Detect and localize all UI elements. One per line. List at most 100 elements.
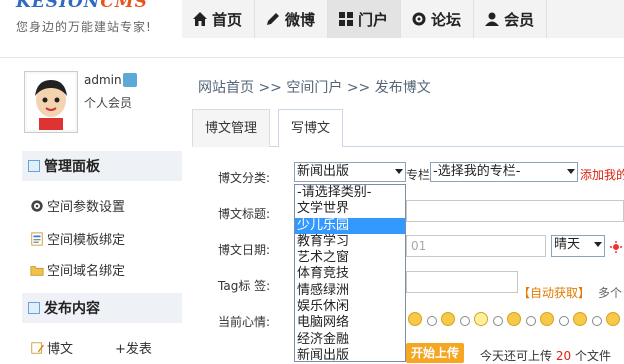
- sidebar-item-label: 空间参数设置: [47, 200, 126, 215]
- title-input[interactable]: [406, 200, 624, 222]
- nav-home-label: 首页: [212, 10, 243, 29]
- category-select[interactable]: 新闻出版: [294, 162, 406, 182]
- emoticon-icon: [606, 312, 620, 326]
- category-select-value: 新闻出版: [297, 164, 350, 179]
- mood-radio[interactable]: [592, 316, 602, 326]
- nav-portal-label: 门户: [358, 10, 389, 29]
- mood-radio[interactable]: [427, 316, 437, 326]
- sidebar: admin 个人会员 管理面板 空间参数设置 空间模板绑定 空间域名绑定 发布内…: [0, 59, 182, 362]
- mood-radio[interactable]: [460, 316, 470, 326]
- user-name[interactable]: admin: [84, 73, 122, 87]
- emoticon-icon: [573, 312, 587, 326]
- tab-blog-manage[interactable]: 博文管理: [192, 109, 271, 147]
- sidebar-item-label: 空间域名绑定: [47, 264, 126, 279]
- category-option[interactable]: 经济金融: [295, 332, 405, 348]
- sidebar-item-label: 空间模板绑定: [47, 233, 126, 248]
- breadcrumb-sep: >>: [346, 80, 371, 96]
- title-label: 博文标题:: [218, 207, 271, 221]
- emoticon-icon: [474, 312, 488, 326]
- avatar-image: [27, 74, 75, 130]
- chevron-down-icon: [395, 169, 403, 174]
- tag-input[interactable]: [406, 271, 518, 293]
- blog-icon: [31, 341, 44, 354]
- nav-member[interactable]: 会员: [474, 0, 548, 38]
- sidebar-item-domain-binding[interactable]: 空间域名绑定: [30, 260, 125, 279]
- user-role: 个人会员: [84, 96, 133, 110]
- breadcrumb-portal[interactable]: 空间门户: [286, 80, 342, 96]
- breadcrumb-sep: >>: [258, 80, 282, 96]
- tag-label: Tag标 签:: [218, 279, 271, 293]
- upload-button[interactable]: 开始上传: [406, 343, 464, 363]
- auto-fetch-link[interactable]: 【自动获取】: [518, 284, 590, 301]
- weather-select[interactable]: 晴天: [551, 235, 605, 257]
- content-header-icon: [28, 302, 40, 314]
- site-slogan: 您身边的万能建站专家!: [16, 20, 152, 34]
- category-option[interactable]: 新闻出版: [295, 348, 405, 361]
- avatar[interactable]: [24, 71, 78, 133]
- date-input-value: 01: [411, 239, 427, 253]
- emoticon-icon: [408, 312, 422, 326]
- date-input[interactable]: 01: [406, 235, 546, 257]
- pencil-icon: [267, 13, 280, 25]
- category-option-highlighted[interactable]: 少儿乐园: [295, 217, 405, 234]
- category-label: 博文分类:: [218, 171, 271, 185]
- folder-icon: [30, 265, 44, 276]
- category-option[interactable]: 艺术之窗: [295, 250, 405, 266]
- content-header: 发布内容: [22, 293, 182, 323]
- nav-portal[interactable]: 门户: [328, 0, 402, 38]
- tab-write-blog[interactable]: 写博文: [278, 109, 344, 147]
- emoticon-icon: [441, 312, 455, 326]
- main-nav: 首页 微博 门户 论坛 会员: [182, 0, 624, 38]
- date-label: 博文日期:: [218, 243, 271, 257]
- nav-forum[interactable]: 论坛: [401, 0, 475, 38]
- nav-forum-label: 论坛: [431, 10, 462, 29]
- add-column-link[interactable]: 添加我的: [580, 166, 624, 183]
- category-option[interactable]: 电脑网络: [295, 315, 405, 331]
- breadcrumb-home[interactable]: 网站首页: [198, 80, 254, 96]
- upload-quota-count: 20: [555, 349, 572, 363]
- tab-bar: 博文管理 写博文: [192, 109, 624, 147]
- category-option[interactable]: 文学世界: [295, 201, 405, 217]
- mood-radio[interactable]: [493, 316, 503, 326]
- weather-select-value: 晴天: [554, 237, 581, 252]
- panel-header: 管理面板: [22, 151, 182, 181]
- emoticon-icon: [540, 312, 554, 326]
- nav-home[interactable]: 首页: [182, 0, 256, 38]
- sun-icon: [610, 241, 622, 253]
- user-icon: [485, 12, 500, 26]
- nav-weibo-label: 微博: [285, 10, 316, 29]
- gear-icon: [31, 199, 43, 212]
- nav-member-label: 会员: [504, 10, 535, 29]
- column-label: 专栏: [406, 168, 431, 182]
- category-option[interactable]: 体育竞技: [295, 266, 405, 282]
- sidebar-item-space-settings[interactable]: 空间参数设置: [30, 196, 125, 215]
- mood-radio[interactable]: [526, 316, 536, 326]
- panel-header-icon: [28, 160, 40, 172]
- sidebar-item-blog[interactable]: 博文: [30, 338, 73, 357]
- add-blog-link[interactable]: +发表: [115, 338, 152, 357]
- mood-radio[interactable]: [559, 316, 569, 326]
- content-title: 发布内容: [44, 301, 100, 317]
- category-option[interactable]: 情感绿洲: [295, 283, 405, 299]
- chevron-down-icon: [567, 169, 575, 174]
- top-header: KESIONCMS 您身边的万能建站专家! 首页 微博 门户 论坛 会员: [0, 0, 624, 58]
- panel-title: 管理面板: [44, 159, 100, 175]
- grid-icon: [339, 12, 354, 26]
- sidebar-item-template-binding[interactable]: 空间模板绑定: [30, 229, 125, 248]
- brand-wordmark: KESIONCMS: [16, 0, 148, 12]
- category-dropdown-list: -请选择类别- 文学世界 少儿乐园 教育学习 艺术之窗 体育竞技 情感绿洲 娱乐…: [294, 184, 406, 362]
- chevron-down-icon: [594, 242, 602, 247]
- multi-tag-hint: 多个: [598, 286, 623, 300]
- category-option[interactable]: -请选择类别-: [295, 185, 405, 201]
- breadcrumb-current: 发布博文: [374, 80, 431, 96]
- sidebar-item-label: 博文: [47, 342, 74, 357]
- category-option[interactable]: 教育学习: [295, 234, 405, 250]
- column-select[interactable]: -选择我的专栏-: [430, 162, 578, 182]
- home-icon: [193, 12, 207, 26]
- category-option[interactable]: 娱乐休闲: [295, 299, 405, 315]
- user-badge-icon: [123, 73, 137, 87]
- site-logo[interactable]: KESIONCMS 您身边的万能建站专家!: [14, 0, 174, 58]
- upload-quota-suffix: 个文件: [574, 349, 611, 363]
- breadcrumb: 网站首页 >> 空间门户 >> 发布博文: [198, 77, 431, 97]
- nav-weibo[interactable]: 微博: [255, 0, 329, 38]
